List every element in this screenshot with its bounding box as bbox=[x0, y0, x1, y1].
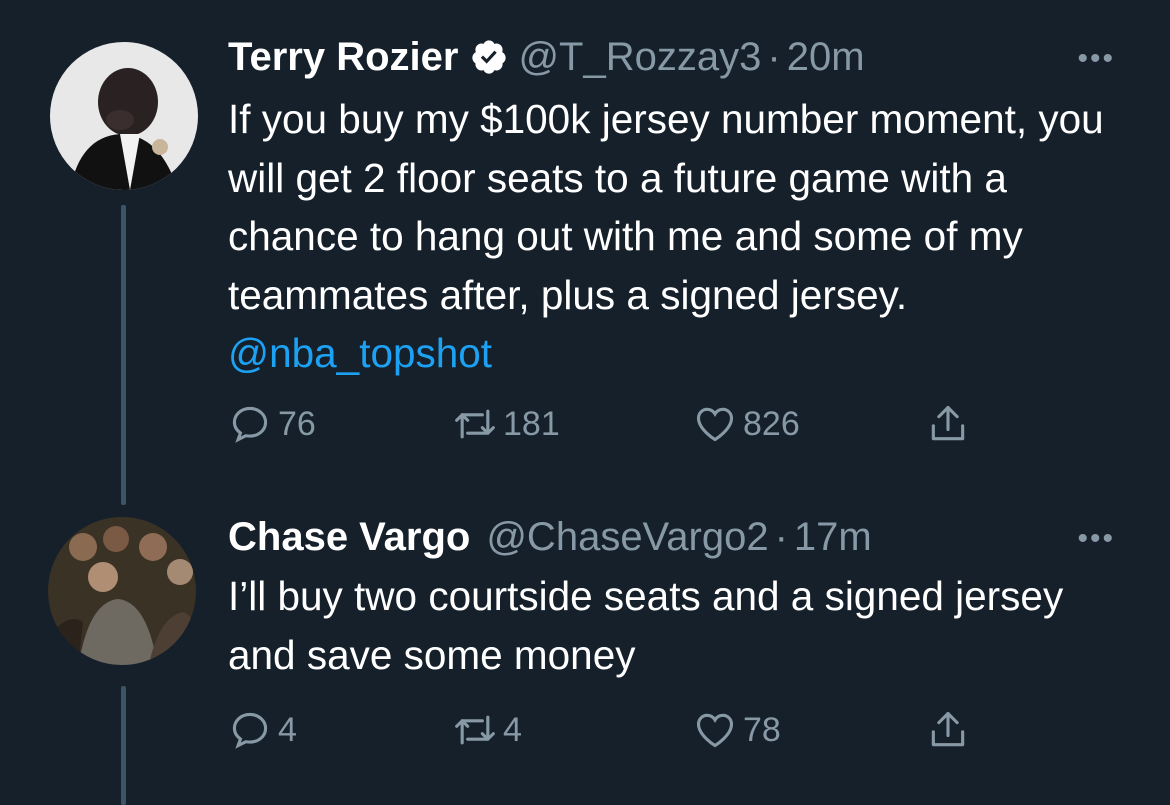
display-name[interactable]: Chase Vargo bbox=[228, 513, 470, 561]
thread-line bbox=[121, 686, 126, 805]
separator-dot: · bbox=[767, 35, 781, 79]
retweet-button[interactable]: 4 bbox=[453, 708, 522, 752]
separator-dot: · bbox=[774, 515, 788, 559]
like-button[interactable]: 826 bbox=[693, 402, 800, 446]
mention-link[interactable]: @nba_topshot bbox=[228, 330, 492, 376]
reply-button[interactable]: 4 bbox=[228, 708, 297, 752]
share-button[interactable] bbox=[926, 402, 976, 446]
reply-icon bbox=[232, 712, 268, 749]
like-button[interactable]: 78 bbox=[693, 708, 781, 752]
tweet-actions: 4 4 78 bbox=[228, 708, 1028, 758]
retweet-icon bbox=[455, 409, 495, 439]
display-name[interactable]: Terry Rozier bbox=[228, 33, 458, 81]
tweet-text-plain: I’ll buy two courtside seats and a signe… bbox=[228, 573, 1064, 678]
tweet-text: If you buy my $100k jersey number moment… bbox=[228, 90, 1138, 383]
like-icon bbox=[696, 407, 734, 442]
retweet-count: 4 bbox=[503, 710, 522, 749]
more-icon[interactable]: ••• bbox=[1077, 44, 1115, 74]
tweet-header: Chase Vargo @ChaseVargo2 · 17m bbox=[228, 513, 872, 561]
handle[interactable]: @T_Rozzay3 bbox=[518, 33, 761, 81]
retweet-button[interactable]: 181 bbox=[453, 402, 560, 446]
reply-button[interactable]: 76 bbox=[228, 402, 316, 446]
more-icon[interactable]: ••• bbox=[1077, 524, 1115, 554]
like-count: 78 bbox=[743, 710, 781, 749]
avatar[interactable] bbox=[50, 42, 198, 190]
share-icon bbox=[931, 711, 965, 747]
verified-badge-icon bbox=[470, 38, 508, 76]
tweet-actions: 76 181 826 bbox=[228, 402, 1028, 452]
thread-line bbox=[121, 205, 126, 505]
handle[interactable]: @ChaseVargo2 bbox=[486, 513, 768, 561]
like-icon bbox=[696, 713, 734, 748]
tweet-header: Terry Rozier @T_Rozzay3 · 20m bbox=[228, 33, 865, 81]
avatar[interactable] bbox=[48, 517, 196, 665]
timestamp[interactable]: 17m bbox=[794, 513, 872, 561]
share-icon bbox=[931, 405, 965, 441]
tweet-text-plain: If you buy my $100k jersey number moment… bbox=[228, 96, 1104, 318]
tweet-text: I’ll buy two courtside seats and a signe… bbox=[228, 567, 1138, 684]
reply-icon bbox=[232, 406, 268, 443]
reply-count: 76 bbox=[278, 404, 316, 443]
reply-count: 4 bbox=[278, 710, 297, 749]
retweet-count: 181 bbox=[503, 404, 560, 443]
timestamp[interactable]: 20m bbox=[787, 33, 865, 81]
retweet-icon bbox=[455, 715, 495, 745]
share-button[interactable] bbox=[926, 708, 976, 752]
like-count: 826 bbox=[743, 404, 800, 443]
